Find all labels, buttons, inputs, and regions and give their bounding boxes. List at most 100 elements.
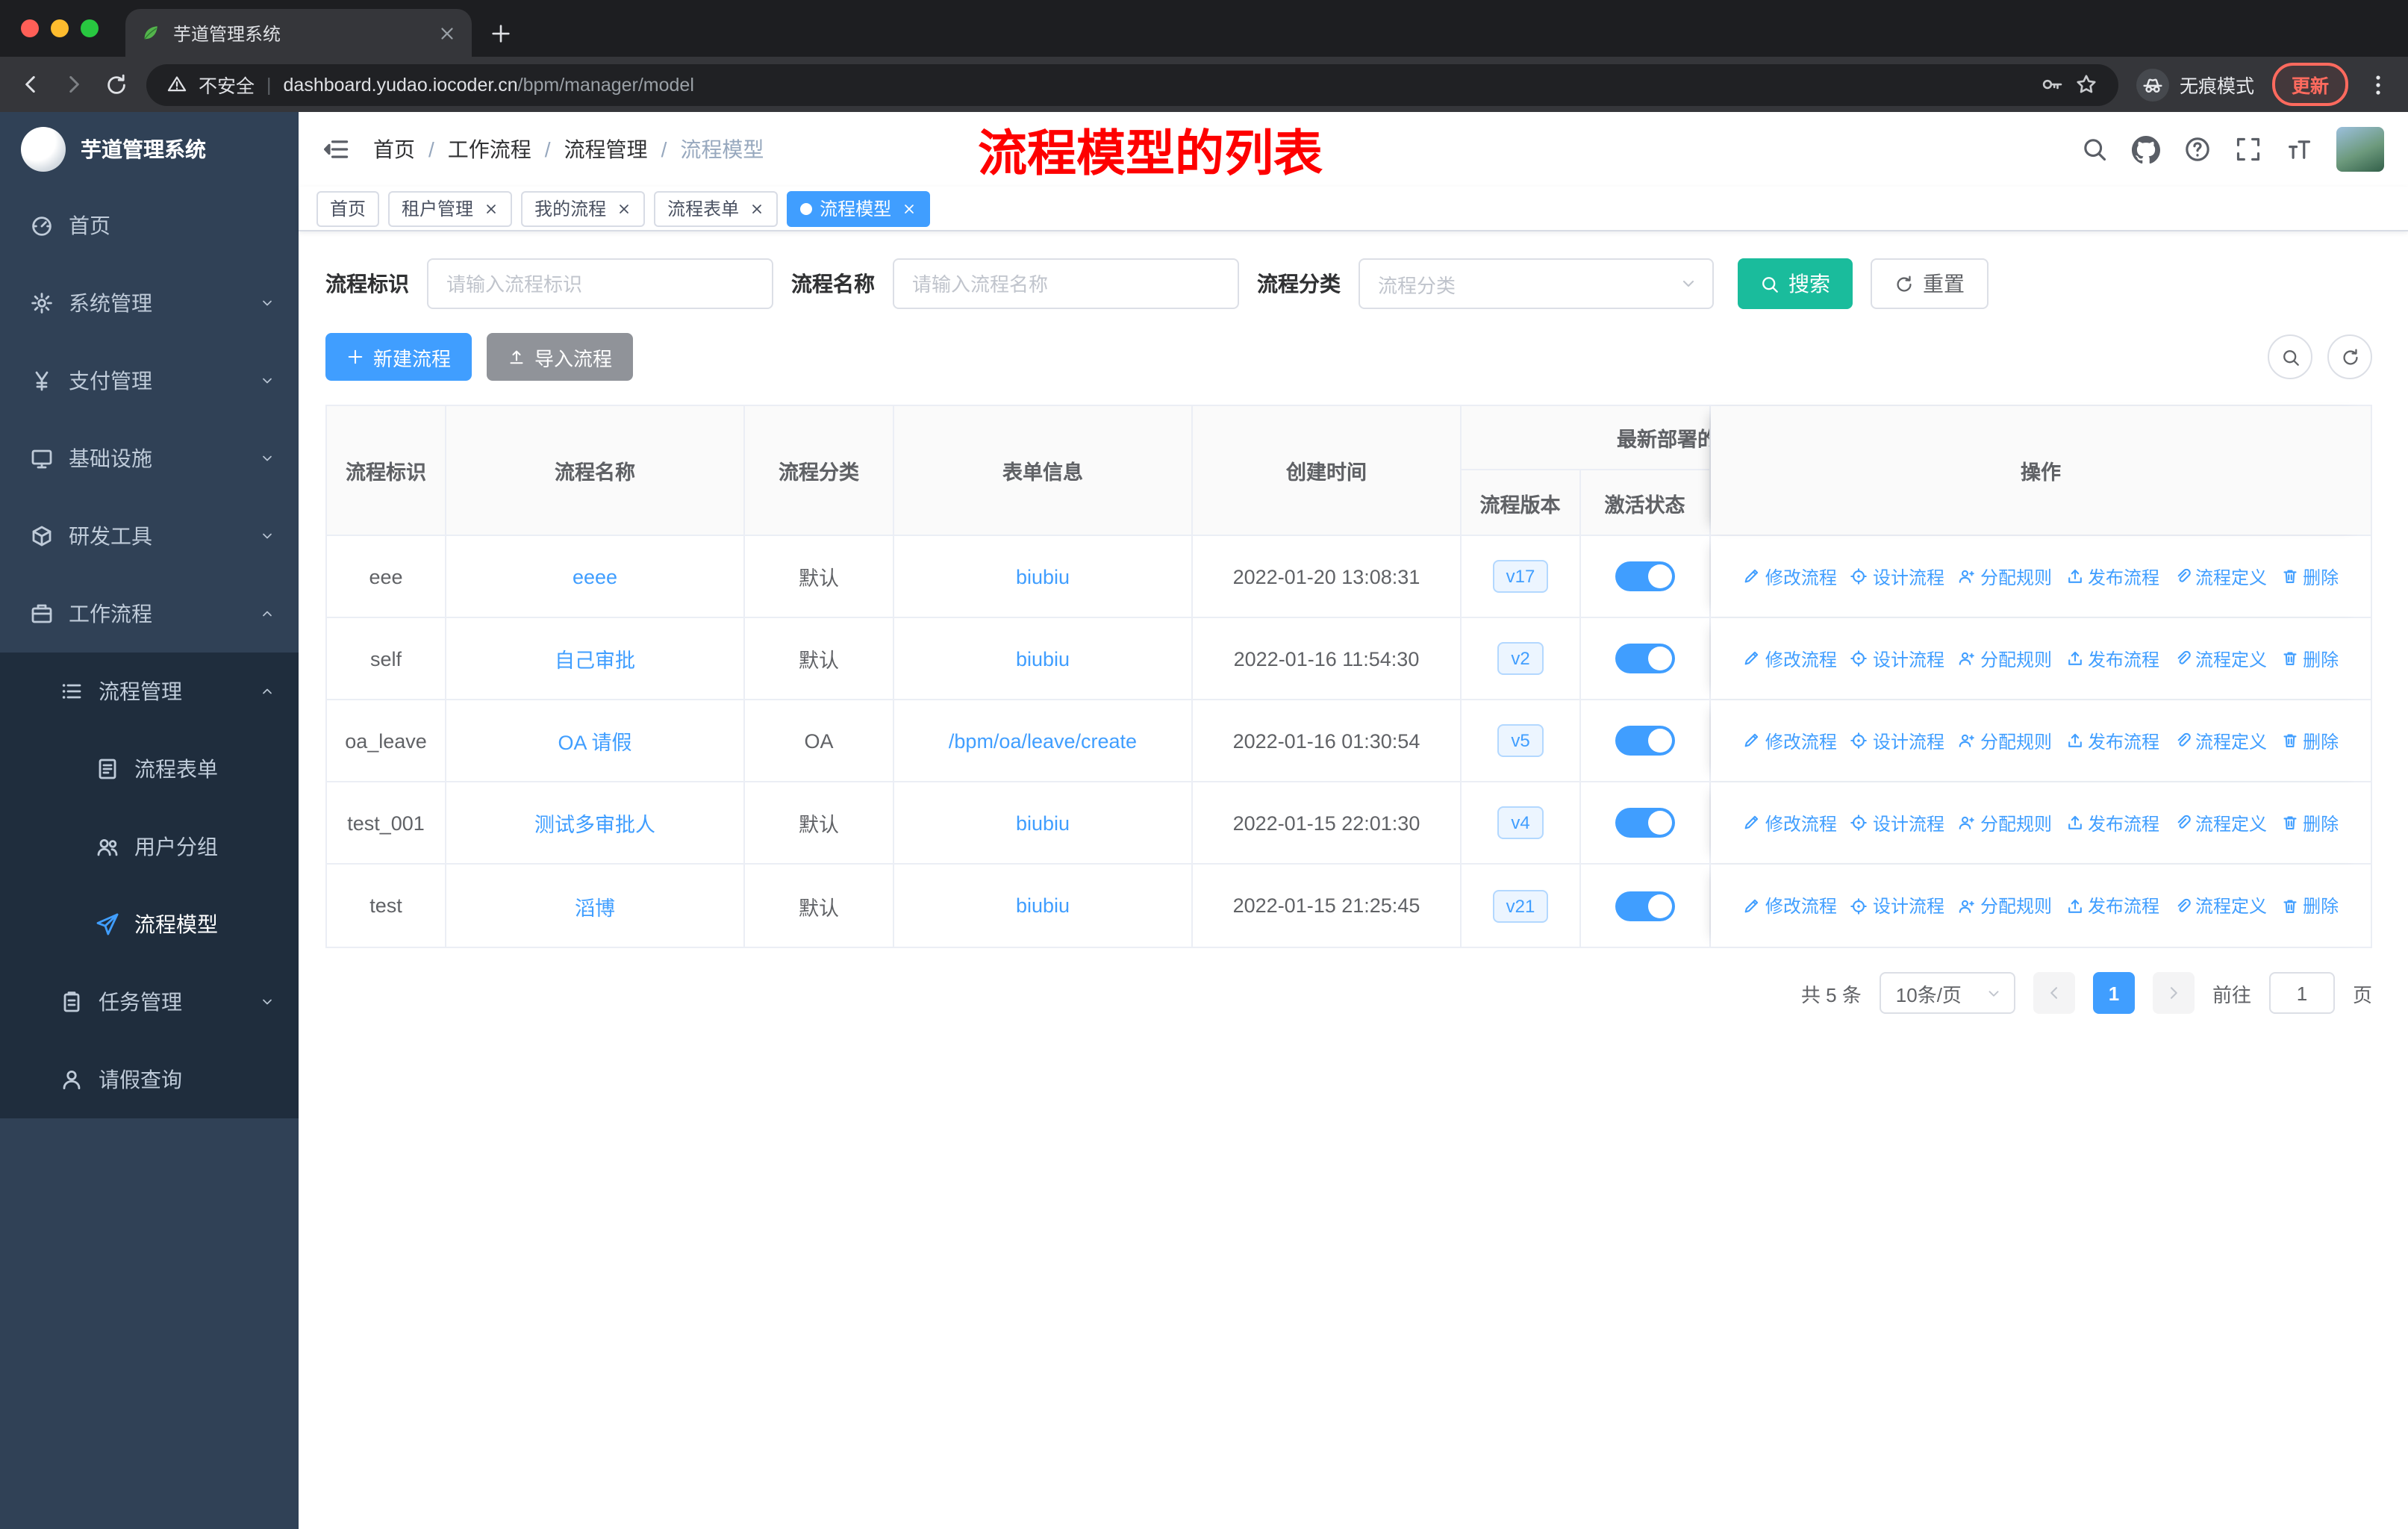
sidebar-item-system[interactable]: 系统管理 [0,264,299,342]
sidebar-item-home[interactable]: 首页 [0,187,299,264]
op-design-link[interactable]: 设计流程 [1850,810,1944,835]
op-delete-link[interactable]: 删除 [2280,564,2339,589]
address-bar[interactable]: 不安全 | dashboard.yudao.iocoder.cn/bpm/man… [146,63,2118,105]
tag-my-process[interactable]: 我的流程 [521,190,646,226]
sidebar-item-process-model[interactable]: 流程模型 [0,885,299,963]
sidebar-item-task-mgmt[interactable]: 任务管理 [0,963,299,1041]
bookmark-star-icon[interactable] [2075,73,2097,96]
category-select[interactable]: 流程分类 [1359,258,1714,309]
op-definition-link[interactable]: 流程定义 [2173,893,2267,918]
browser-update-button[interactable]: 更新 [2271,63,2348,106]
next-page-button[interactable] [2152,972,2195,1014]
op-assign-link[interactable]: 分配规则 [1958,564,2052,589]
close-window-button[interactable] [21,19,39,37]
tag-tenant[interactable]: 租户管理 [388,190,513,226]
user-avatar[interactable] [2336,127,2384,172]
github-icon[interactable] [2132,135,2160,164]
page-number-button[interactable]: 1 [2092,972,2135,1014]
process-name-link[interactable]: 测试多审批人 [534,808,655,838]
tab-close-icon[interactable] [437,23,457,43]
sidebar-item-infra[interactable]: 基础设施 [0,420,299,497]
op-publish-link[interactable]: 发布流程 [2065,810,2159,835]
op-assign-link[interactable]: 分配规则 [1958,728,2052,753]
tag-close-icon[interactable] [484,201,499,216]
prev-page-button[interactable] [2033,972,2075,1014]
op-assign-link[interactable]: 分配规则 [1958,810,2052,835]
op-delete-link[interactable]: 删除 [2280,728,2339,753]
version-badge[interactable]: v21 [1492,889,1549,922]
op-design-link[interactable]: 设计流程 [1850,564,1944,589]
op-publish-link[interactable]: 发布流程 [2065,646,2159,671]
process-name-link[interactable]: 自己审批 [555,644,635,673]
op-edit-link[interactable]: 修改流程 [1743,893,1837,918]
op-publish-link[interactable]: 发布流程 [2065,564,2159,589]
process-name-input[interactable] [893,258,1239,309]
op-definition-link[interactable]: 流程定义 [2173,646,2267,671]
sidebar-item-process-form[interactable]: 流程表单 [0,730,299,808]
form-link[interactable]: biubiu [1016,894,1070,917]
goto-page-input[interactable] [2268,972,2335,1014]
process-id-input[interactable] [427,258,773,309]
refresh-table-button[interactable] [2327,334,2372,379]
sidebar-item-process-mgmt[interactable]: 流程管理 [0,653,299,730]
import-process-button[interactable]: 导入流程 [487,333,634,381]
op-definition-link[interactable]: 流程定义 [2173,564,2267,589]
active-toggle[interactable] [1615,808,1675,838]
tag-close-icon[interactable] [749,201,764,216]
tag-close-icon[interactable] [902,201,917,216]
form-link[interactable]: biubiu [1016,565,1070,588]
security-warning-icon[interactable] [167,75,187,94]
active-toggle[interactable] [1615,726,1675,756]
op-design-link[interactable]: 设计流程 [1850,646,1944,671]
sidebar-item-leave-query[interactable]: 请假查询 [0,1041,299,1118]
font-size-icon[interactable] [2286,136,2312,163]
process-name-link[interactable]: 滔博 [575,891,615,921]
form-link[interactable]: /bpm/oa/leave/create [949,729,1137,752]
new-tab-button[interactable] [490,22,512,45]
reload-button[interactable] [105,72,128,96]
page-size-select[interactable]: 10条/页 [1879,972,2015,1014]
active-toggle[interactable] [1615,644,1675,673]
search-button[interactable]: 搜索 [1738,258,1853,309]
breadcrumb-item[interactable]: 首页 [373,134,415,164]
browser-tab[interactable]: 芋道管理系统 [125,9,472,57]
zoom-window-button[interactable] [81,19,99,37]
version-badge[interactable]: v5 [1497,724,1544,757]
help-icon[interactable] [2184,136,2211,163]
op-delete-link[interactable]: 删除 [2280,810,2339,835]
op-edit-link[interactable]: 修改流程 [1743,728,1837,753]
op-assign-link[interactable]: 分配规则 [1958,646,2052,671]
reset-button[interactable]: 重置 [1871,258,1989,309]
op-edit-link[interactable]: 修改流程 [1743,810,1837,835]
op-delete-link[interactable]: 删除 [2280,893,2339,918]
op-publish-link[interactable]: 发布流程 [2065,893,2159,918]
fullscreen-icon[interactable] [2235,136,2262,163]
breadcrumb-item[interactable]: 工作流程 [448,134,531,164]
op-edit-link[interactable]: 修改流程 [1743,564,1837,589]
version-badge[interactable]: v17 [1492,560,1549,593]
version-badge[interactable]: v4 [1497,806,1544,839]
breadcrumb-item[interactable]: 流程管理 [564,134,648,164]
tag-process-form[interactable]: 流程表单 [654,190,779,226]
op-assign-link[interactable]: 分配规则 [1958,893,2052,918]
search-icon[interactable] [2081,136,2108,163]
forward-button[interactable] [61,72,87,97]
password-key-icon[interactable] [2041,73,2063,96]
tag-close-icon[interactable] [617,201,631,216]
tag-process-model[interactable]: 流程模型 [787,190,931,226]
process-name-link[interactable]: eeee [573,565,617,588]
browser-menu-icon[interactable] [2366,72,2390,96]
minimize-window-button[interactable] [51,19,69,37]
op-design-link[interactable]: 设计流程 [1850,728,1944,753]
back-button[interactable] [18,72,43,97]
sidebar-item-devtools[interactable]: 研发工具 [0,497,299,575]
form-link[interactable]: biubiu [1016,647,1070,670]
sidebar-item-user-group[interactable]: 用户分组 [0,808,299,885]
show-search-button[interactable] [2268,334,2312,379]
process-name-link[interactable]: OA 请假 [558,726,631,756]
op-definition-link[interactable]: 流程定义 [2173,810,2267,835]
op-edit-link[interactable]: 修改流程 [1743,646,1837,671]
form-link[interactable]: biubiu [1016,812,1070,834]
sidebar-item-workflow[interactable]: 工作流程 [0,575,299,653]
op-definition-link[interactable]: 流程定义 [2173,728,2267,753]
